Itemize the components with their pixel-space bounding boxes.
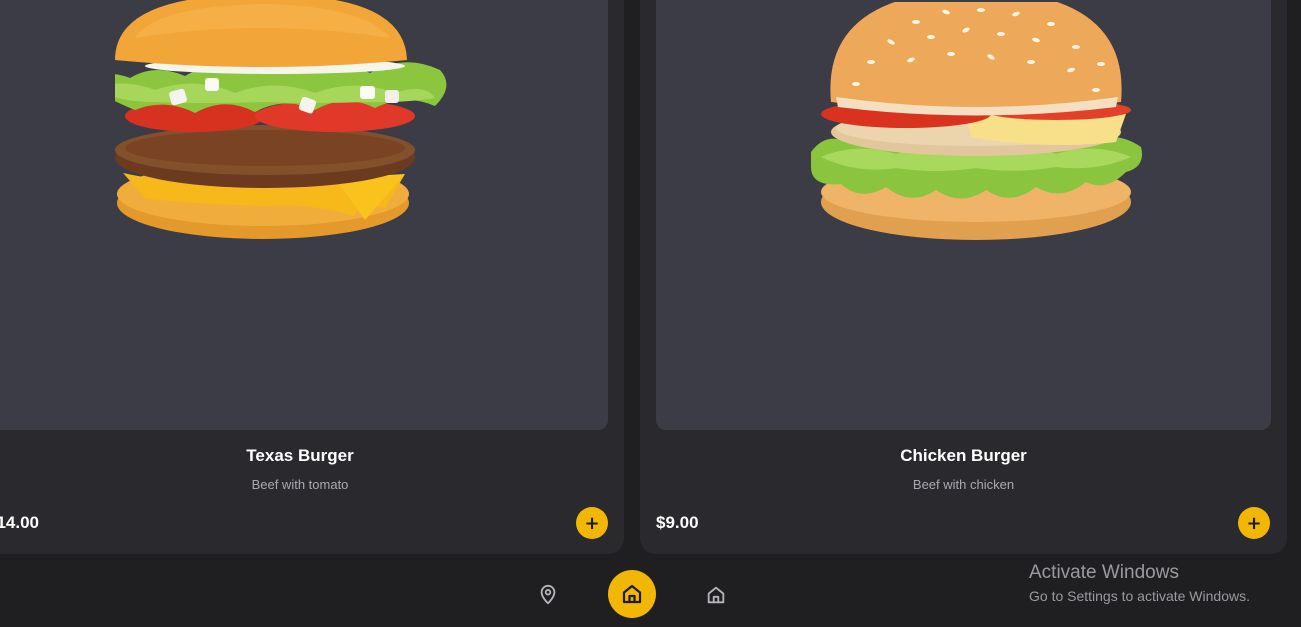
product-card-chicken-burger[interactable]: Chicken Burger Beef with chicken $9.00 + <box>640 0 1287 554</box>
home-icon <box>622 584 642 604</box>
watermark-subtitle: Go to Settings to activate Windows. <box>1029 588 1250 604</box>
beef-burger-image <box>115 0 447 239</box>
nav-home-active[interactable] <box>608 570 656 618</box>
product-price: $9.00 <box>656 513 699 532</box>
location-pin-icon <box>540 584 556 605</box>
nav-location[interactable] <box>533 580 563 610</box>
product-card-texas-burger[interactable]: Texas Burger Beef with tomato $14.00 + <box>0 0 624 554</box>
product-image-panel <box>656 0 1271 430</box>
product-name: Texas Burger <box>246 446 354 465</box>
windows-activation-watermark: Activate Windows Go to Settings to activ… <box>1029 562 1250 606</box>
add-to-cart-button[interactable]: + <box>576 507 608 539</box>
watermark-title: Activate Windows <box>1029 562 1179 583</box>
add-to-cart-button[interactable]: + <box>1238 507 1270 539</box>
product-image-panel <box>0 0 608 430</box>
product-name: Chicken Burger <box>900 446 1027 465</box>
plus-icon: + <box>1246 512 1262 534</box>
chicken-burger-image <box>811 2 1142 240</box>
product-price: $14.00 <box>0 513 39 532</box>
product-description: Beef with chicken <box>912 477 1015 492</box>
plus-icon: + <box>584 512 600 534</box>
nav-home[interactable] <box>701 580 731 610</box>
product-description: Beef with tomato <box>251 477 349 492</box>
home-icon <box>707 586 725 604</box>
